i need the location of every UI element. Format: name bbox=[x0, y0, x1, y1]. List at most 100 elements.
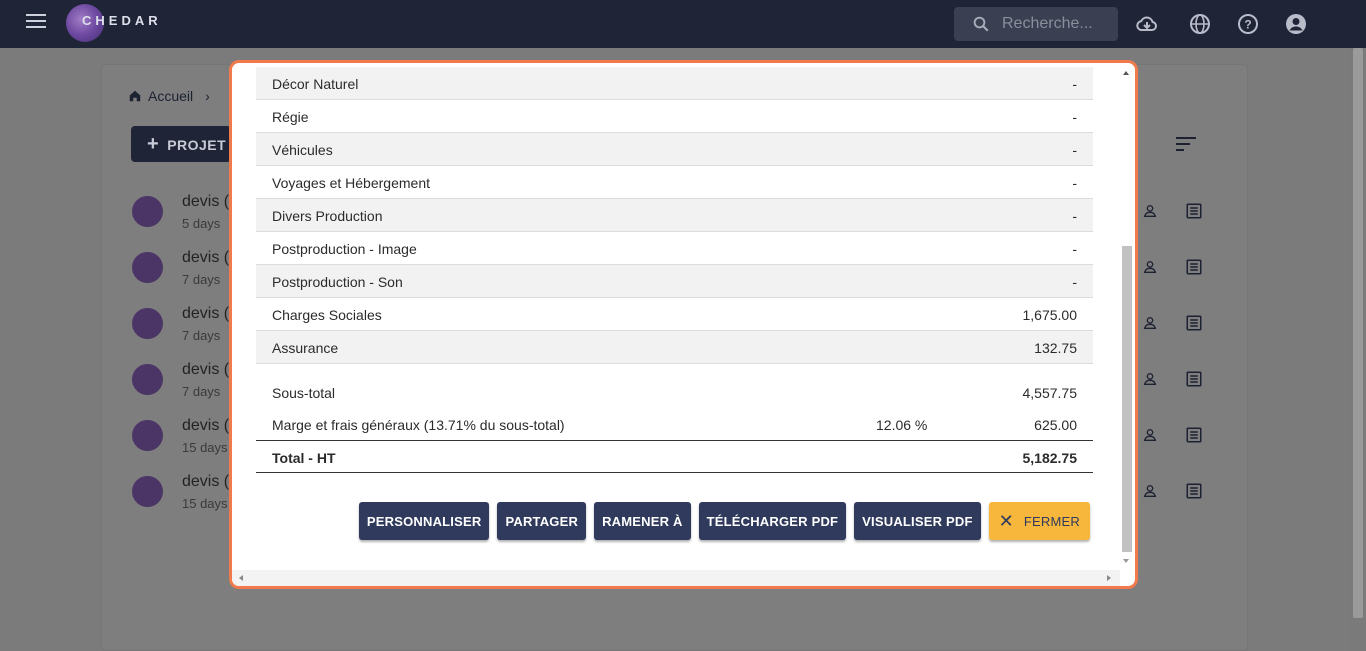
page-scrollbar[interactable] bbox=[1350, 48, 1366, 651]
new-project-label: PROJET bbox=[167, 137, 227, 153]
scroll-left-arrow-icon[interactable] bbox=[236, 572, 246, 584]
person-icon[interactable] bbox=[1142, 482, 1158, 500]
home-icon[interactable] bbox=[128, 89, 142, 103]
top-bar: CHEDAR ? bbox=[0, 0, 1366, 48]
cost-row: Divers Production - bbox=[256, 199, 1093, 232]
list-document-icon[interactable] bbox=[1185, 370, 1203, 388]
help-icon[interactable]: ? bbox=[1236, 12, 1260, 36]
project-row-actions bbox=[1142, 314, 1202, 334]
svg-text:?: ? bbox=[1244, 18, 1251, 32]
modal-scroll-thumb[interactable] bbox=[1122, 246, 1132, 552]
customize-button[interactable]: PERSONNALISER bbox=[358, 502, 490, 540]
project-title: devis ( bbox=[182, 361, 230, 378]
person-icon[interactable] bbox=[1142, 202, 1158, 220]
cost-value: - bbox=[1072, 142, 1077, 158]
cost-row: Postproduction - Image - bbox=[256, 232, 1093, 265]
cost-label: Véhicules bbox=[272, 142, 333, 158]
project-row-actions bbox=[1142, 258, 1202, 278]
breadcrumb-home[interactable]: Accueil bbox=[148, 88, 193, 104]
search-input[interactable] bbox=[1002, 13, 1112, 35]
cost-value: - bbox=[1072, 241, 1077, 257]
project-title: devis ( bbox=[182, 193, 230, 210]
person-icon[interactable] bbox=[1142, 314, 1158, 332]
account-icon[interactable] bbox=[1284, 12, 1308, 36]
scroll-up-arrow-icon[interactable] bbox=[1120, 68, 1132, 78]
subtotal-row: Sous-total 4,557.75 bbox=[256, 376, 1093, 408]
plus-icon: + bbox=[147, 133, 160, 155]
cost-label: Postproduction - Son bbox=[272, 274, 403, 290]
margin-row: Marge et frais généraux (13.71% du sous-… bbox=[256, 408, 1093, 440]
page-scroll-thumb[interactable] bbox=[1353, 48, 1363, 618]
close-icon: ✕ bbox=[998, 510, 1014, 531]
sort-icon[interactable] bbox=[1175, 134, 1197, 154]
total-label: Total - HT bbox=[272, 450, 336, 466]
document-icon bbox=[132, 196, 163, 227]
total-value: 5,182.75 bbox=[1022, 450, 1078, 466]
cloud-download-icon[interactable] bbox=[1135, 12, 1159, 36]
list-document-icon[interactable] bbox=[1185, 202, 1203, 220]
globe-icon[interactable] bbox=[1188, 12, 1212, 36]
cost-label: Postproduction - Image bbox=[272, 241, 417, 257]
search-box[interactable] bbox=[954, 7, 1118, 41]
margin-percent: 12.06 % bbox=[876, 417, 928, 433]
document-icon bbox=[132, 308, 163, 339]
document-icon bbox=[132, 476, 163, 507]
cost-row: Assurance 132.75 bbox=[256, 331, 1093, 364]
cost-label: Régie bbox=[272, 109, 309, 125]
cost-value: - bbox=[1072, 109, 1077, 125]
cost-row: Charges Sociales 1,675.00 bbox=[256, 298, 1093, 331]
margin-label: Marge et frais généraux (13.71% du sous-… bbox=[272, 417, 565, 433]
close-button[interactable]: ✕ FERMER bbox=[988, 502, 1090, 540]
breadcrumb: Accueil › bbox=[128, 88, 210, 104]
modal-horizontal-scrollbar[interactable] bbox=[232, 570, 1120, 586]
download-pdf-button[interactable]: TÉLÉCHARGER PDF bbox=[698, 502, 847, 540]
cost-value: - bbox=[1072, 208, 1077, 224]
close-label: FERMER bbox=[1023, 513, 1080, 529]
new-project-button[interactable]: + PROJET bbox=[131, 126, 231, 162]
quote-table: Décor Naturel - Régie - Véhicules - Voyages et… bbox=[256, 67, 1093, 474]
person-icon[interactable] bbox=[1142, 258, 1158, 276]
app-logo[interactable]: CHEDAR bbox=[66, 4, 166, 44]
person-icon[interactable] bbox=[1142, 426, 1158, 444]
cost-value: 132.75 bbox=[1034, 340, 1077, 356]
scroll-down-arrow-icon[interactable] bbox=[1120, 556, 1132, 566]
project-title: devis ( bbox=[182, 473, 230, 490]
cost-value: - bbox=[1072, 175, 1077, 191]
person-icon[interactable] bbox=[1142, 370, 1158, 388]
margin-value: 625.00 bbox=[1034, 417, 1077, 433]
project-age: 7 days bbox=[182, 272, 221, 287]
document-icon bbox=[132, 252, 163, 283]
total-row: Total - HT 5,182.75 bbox=[256, 440, 1093, 473]
project-row-actions bbox=[1142, 426, 1202, 446]
subtotal-value: 4,557.75 bbox=[1022, 385, 1078, 401]
cost-label: Voyages et Hébergement bbox=[272, 175, 430, 191]
cost-label: Décor Naturel bbox=[272, 76, 359, 92]
project-title: devis ( bbox=[182, 249, 230, 266]
view-pdf-button[interactable]: VISUALISER PDF bbox=[854, 502, 981, 540]
cost-row: Régie - bbox=[256, 100, 1093, 133]
modal-actions: PERSONNALISER PARTAGER RAMENER À TÉLÉCHA… bbox=[358, 502, 1090, 540]
cost-label: Divers Production bbox=[272, 208, 383, 224]
bring-back-button[interactable]: RAMENER À bbox=[594, 502, 691, 540]
list-document-icon[interactable] bbox=[1185, 314, 1203, 332]
scroll-right-arrow-icon[interactable] bbox=[1104, 572, 1114, 584]
cost-row: Postproduction - Son - bbox=[256, 265, 1093, 298]
list-document-icon[interactable] bbox=[1185, 426, 1203, 444]
modal-vertical-scrollbar[interactable] bbox=[1120, 66, 1132, 569]
list-document-icon[interactable] bbox=[1185, 258, 1203, 276]
document-icon bbox=[132, 420, 163, 451]
cost-label: Charges Sociales bbox=[272, 307, 382, 323]
cost-value: 1,675.00 bbox=[1022, 307, 1078, 323]
share-button[interactable]: PARTAGER bbox=[497, 502, 587, 540]
project-row-actions bbox=[1142, 482, 1202, 502]
project-age: 15 days bbox=[182, 440, 228, 455]
list-document-icon[interactable] bbox=[1185, 482, 1203, 500]
cost-rows: Décor Naturel - Régie - Véhicules - Voyages et… bbox=[256, 67, 1093, 364]
hamburger-menu-icon[interactable] bbox=[26, 14, 46, 30]
project-age: 5 days bbox=[182, 216, 221, 231]
project-age: 7 days bbox=[182, 328, 221, 343]
cost-value: - bbox=[1072, 274, 1077, 290]
cost-value: - bbox=[1072, 76, 1077, 92]
project-title: devis ( bbox=[182, 305, 230, 322]
project-title: devis ( bbox=[182, 417, 230, 434]
